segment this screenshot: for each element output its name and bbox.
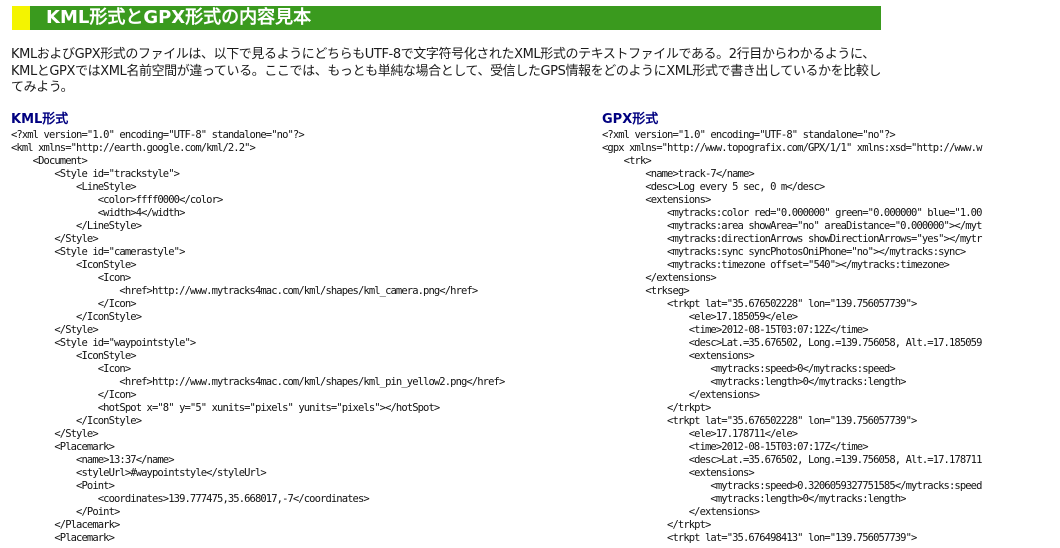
- intro-paragraph: KMLおよびGPX形式のファイルは、以下で見るようにどちらもUTF-8で文字符号…: [11, 47, 882, 95]
- kml-code-line: </Icon>: [11, 298, 137, 310]
- gpx-code-line: <ele>17.178711</ele>: [602, 428, 798, 440]
- gpx-code-line: <trkpt lat="35.676502228" lon="139.75605…: [602, 415, 917, 427]
- gpx-heading: GPX形式: [602, 112, 659, 127]
- gpx-code-line: <mytracks:color red="0.000000" green="0.…: [602, 207, 982, 219]
- gpx-code-line: <desc>Lat.=35.676502, Long.=139.756058, …: [602, 454, 983, 466]
- gpx-code-line: <desc>Log every 5 sec, 0 m</desc>: [602, 181, 825, 193]
- page-title: KML形式とGPX形式の内容見本: [46, 7, 312, 28]
- kml-code-line: </IconStyle>: [11, 311, 142, 323]
- gpx-code-line: <trk>: [602, 155, 652, 167]
- kml-code-line: <coordinates>139.777475,35.668017,-7</co…: [11, 493, 370, 505]
- gpx-code-line: <mytracks:speed>0.3206059327751585</mytr…: [602, 480, 982, 492]
- gpx-code-line: <?xml version="1.0" encoding="UTF-8" sta…: [602, 129, 896, 141]
- kml-code-line: <kml xmlns="http://earth.google.com/kml/…: [11, 142, 256, 154]
- gpx-code-line: </extensions>: [602, 389, 760, 401]
- kml-code-line: <styleUrl>#waypointstyle</styleUrl>: [11, 467, 267, 479]
- kml-code-line: </Placemark>: [11, 519, 120, 531]
- kml-code-line: <Placemark>: [11, 532, 115, 544]
- gpx-code-line: <trkseg>: [602, 285, 689, 297]
- kml-code-line: </IconStyle>: [11, 415, 142, 427]
- gpx-code-line: <extensions>: [602, 350, 755, 362]
- gpx-code-line: <mytracks:speed>0</mytracks:speed>: [602, 363, 895, 375]
- kml-code-line: </Style>: [11, 233, 98, 245]
- kml-code-line: <LineStyle>: [11, 181, 137, 193]
- kml-code-line: <Point>: [11, 480, 115, 492]
- gpx-code-line: </trkpt>: [602, 519, 711, 531]
- gpx-code-line: <mytracks:length>0</mytracks:length>: [602, 376, 906, 388]
- kml-code-line: <href>http://www.mytracks4mac.com/kml/sh…: [11, 376, 505, 388]
- kml-code-line: <?xml version="1.0" encoding="UTF-8" sta…: [11, 129, 305, 141]
- gpx-section: GPX形式 <?xml version="1.0" encoding="UTF-…: [602, 111, 1060, 548]
- kml-heading: KML形式: [11, 112, 69, 127]
- kml-code-line: </Point>: [11, 506, 120, 518]
- gpx-code-line: <mytracks:length>0</mytracks:length>: [602, 493, 906, 505]
- gpx-code-line: <time>2012-08-15T03:07:12Z</time>: [602, 324, 869, 336]
- kml-code-line: <hotSpot x="8" y="5" xunits="pixels" yun…: [11, 402, 440, 414]
- kml-code-line: </Style>: [11, 324, 98, 336]
- kml-code-line: </Icon>: [11, 389, 137, 401]
- kml-code-line: <Placemark>: [11, 441, 115, 453]
- gpx-code-line: <trkpt lat="35.676498413" lon="139.75605…: [602, 532, 917, 544]
- gpx-code-line: <extensions>: [602, 194, 711, 206]
- kml-code-line: </LineStyle>: [11, 220, 142, 232]
- kml-code-line: <Icon>: [11, 363, 131, 375]
- gpx-code-line: <extensions>: [602, 467, 755, 479]
- kml-code-line: <name>13:37</name>: [11, 454, 175, 466]
- header-accent-bar: [12, 6, 30, 30]
- gpx-code-line: <desc>Lat.=35.676502, Long.=139.756058, …: [602, 337, 983, 349]
- kml-code-line: <Style id="camerastyle">: [11, 246, 185, 258]
- kml-code-line: <Style id="waypointstyle">: [11, 337, 196, 349]
- gpx-code-line: <time>2012-08-15T03:07:17Z</time>: [602, 441, 869, 453]
- gpx-code-block: <?xml version="1.0" encoding="UTF-8" sta…: [602, 129, 1060, 545]
- gpx-code-line: <mytracks:directionArrows showDirectionA…: [602, 233, 982, 245]
- gpx-code-line: <mytracks:area showArea="no" areaDistanc…: [602, 220, 982, 232]
- kml-code-line: <Style id="trackstyle">: [11, 168, 180, 180]
- kml-code-line: </Style>: [11, 428, 98, 440]
- kml-code-line: <href>http://www.mytracks4mac.com/kml/sh…: [11, 285, 478, 297]
- kml-code-line: <color>ffff0000</color>: [11, 194, 224, 206]
- gpx-code-line: <mytracks:timezone offset="540"></mytrac…: [602, 259, 950, 271]
- gpx-code-line: <trkpt lat="35.676502228" lon="139.75605…: [602, 298, 917, 310]
- gpx-code-line: <ele>17.185059</ele>: [602, 311, 798, 323]
- kml-code-line: <Icon>: [11, 272, 131, 284]
- kml-code-line: <IconStyle>: [11, 259, 137, 271]
- gpx-code-line: </extensions>: [602, 272, 716, 284]
- gpx-code-line: <mytracks:sync syncPhotosOniPhone="no"><…: [602, 246, 966, 258]
- gpx-code-line: <name>track-7</name>: [602, 168, 754, 180]
- kml-code-line: <width>4</width>: [11, 207, 186, 219]
- gpx-code-line: </extensions>: [602, 506, 760, 518]
- gpx-code-line: <gpx xmlns="http://www.topografix.com/GP…: [602, 142, 982, 154]
- kml-code-line: <IconStyle>: [11, 350, 137, 362]
- gpx-code-line: </trkpt>: [602, 402, 711, 414]
- kml-code-block: <?xml version="1.0" encoding="UTF-8" sta…: [11, 129, 591, 545]
- kml-code-line: <Document>: [11, 155, 88, 167]
- page-header: KML形式とGPX形式の内容見本: [12, 6, 881, 30]
- kml-section: KML形式 <?xml version="1.0" encoding="UTF-…: [11, 111, 591, 548]
